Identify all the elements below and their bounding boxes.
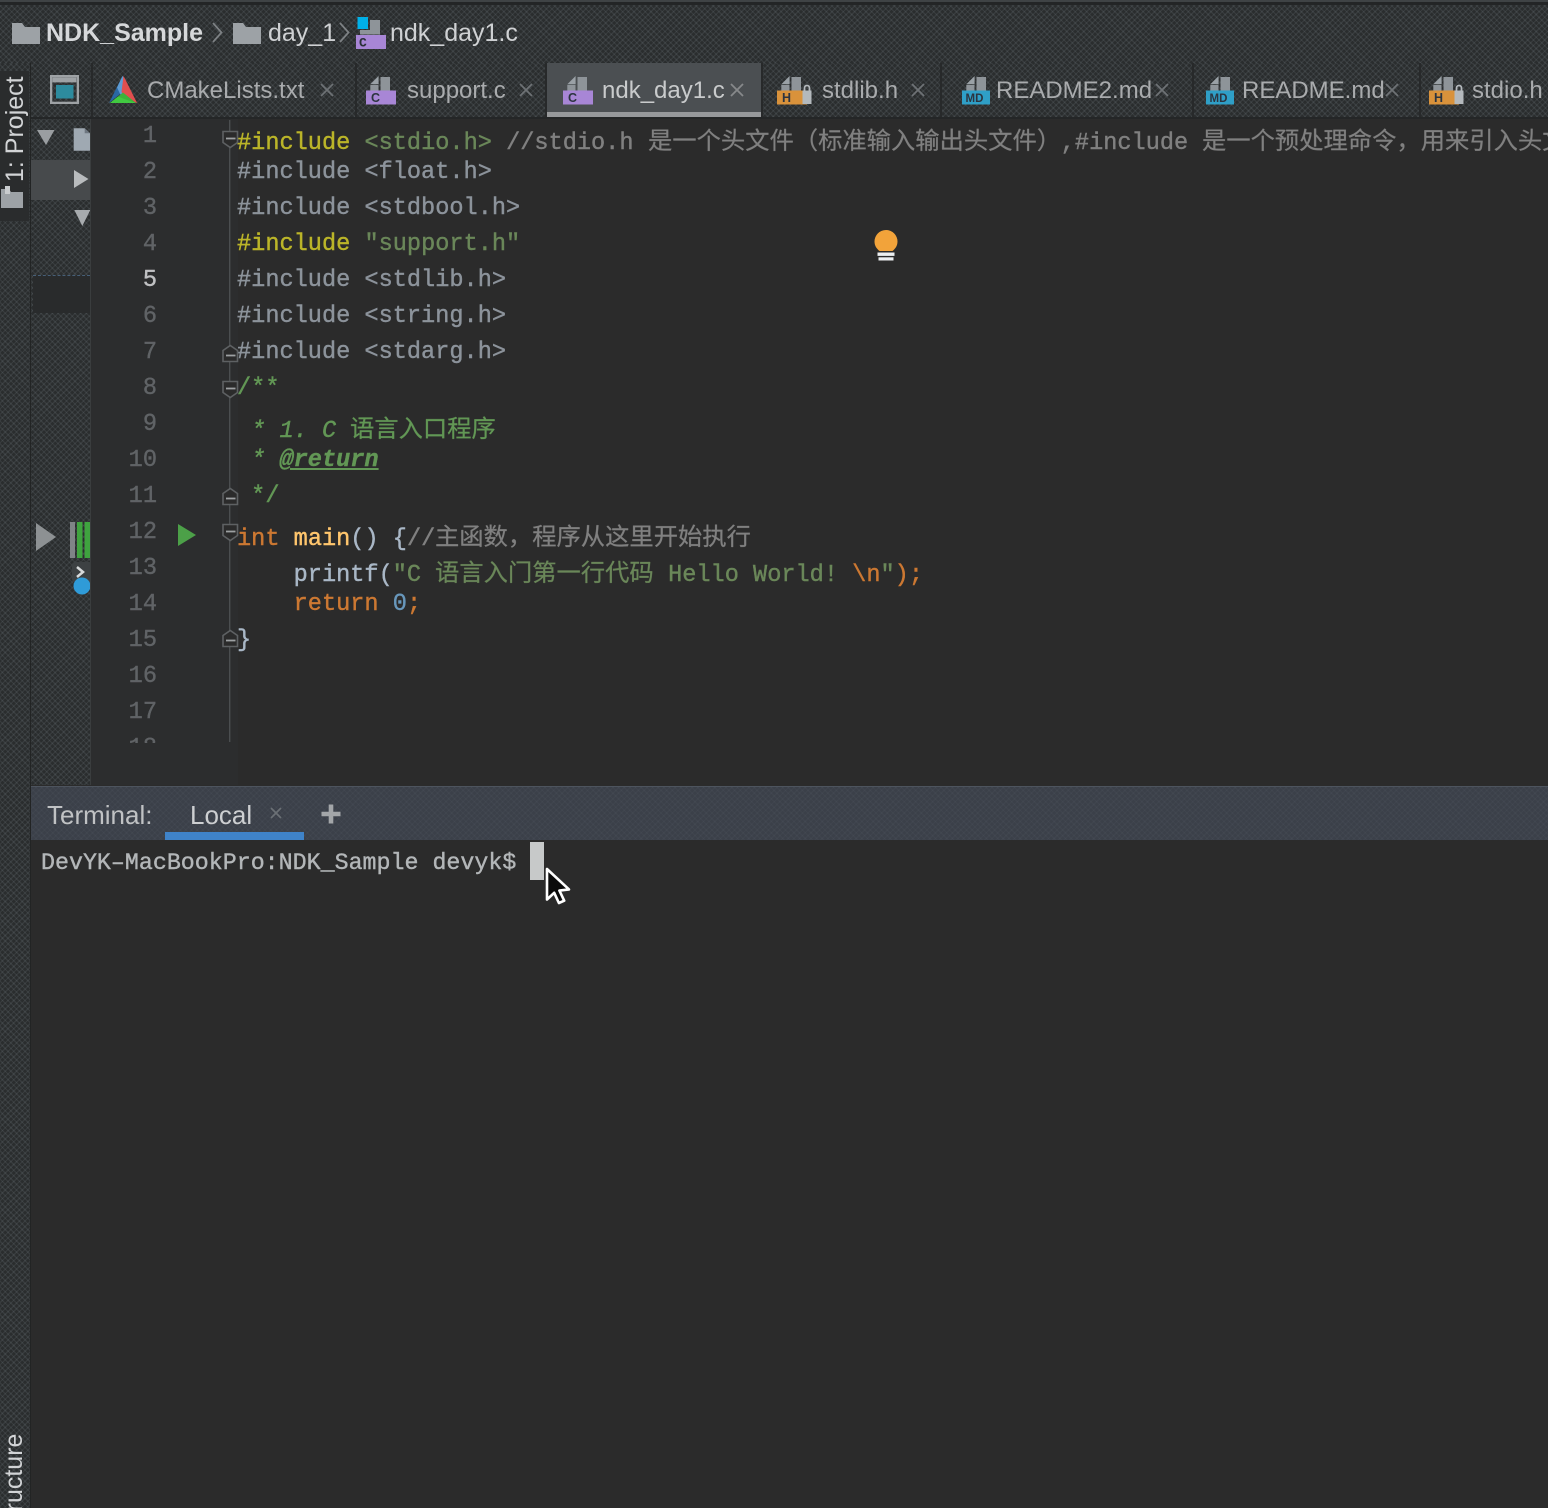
- svg-text:C: C: [359, 36, 367, 51]
- svg-text:C: C: [371, 91, 380, 105]
- svg-text:H: H: [782, 91, 791, 105]
- svg-text:MD: MD: [966, 93, 984, 105]
- svg-text:MD: MD: [1210, 93, 1228, 105]
- svg-text:H: H: [1434, 91, 1443, 105]
- svg-text:C: C: [568, 91, 577, 105]
